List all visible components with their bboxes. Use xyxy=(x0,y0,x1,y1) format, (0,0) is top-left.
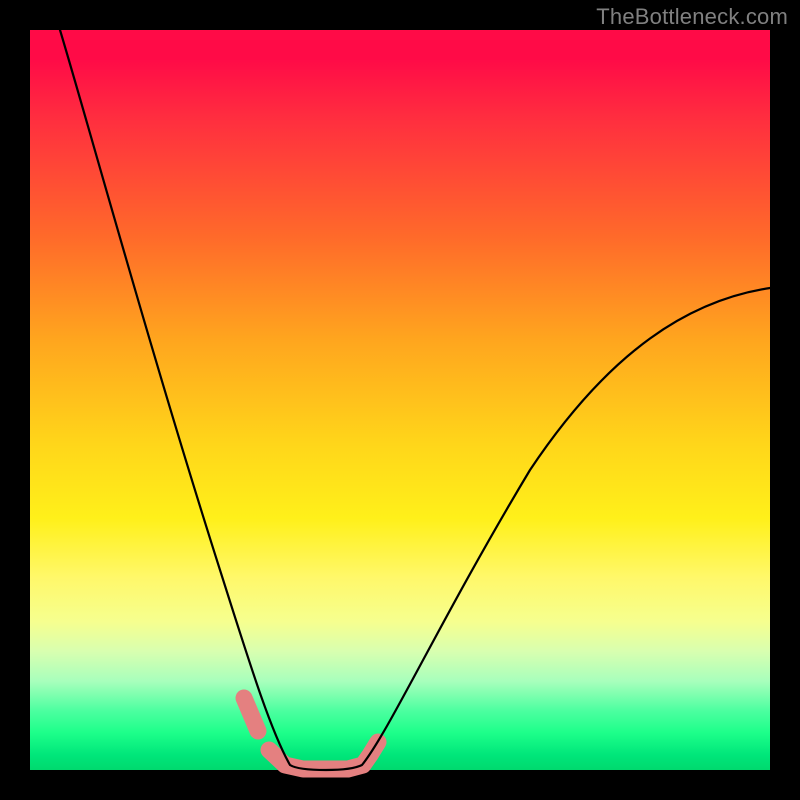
bottleneck-curve xyxy=(60,30,770,770)
outer-frame: TheBottleneck.com xyxy=(0,0,800,800)
salmon-markers xyxy=(244,698,378,769)
watermark-text: TheBottleneck.com xyxy=(596,4,788,30)
chart-svg xyxy=(30,30,770,770)
plot-area xyxy=(30,30,770,770)
